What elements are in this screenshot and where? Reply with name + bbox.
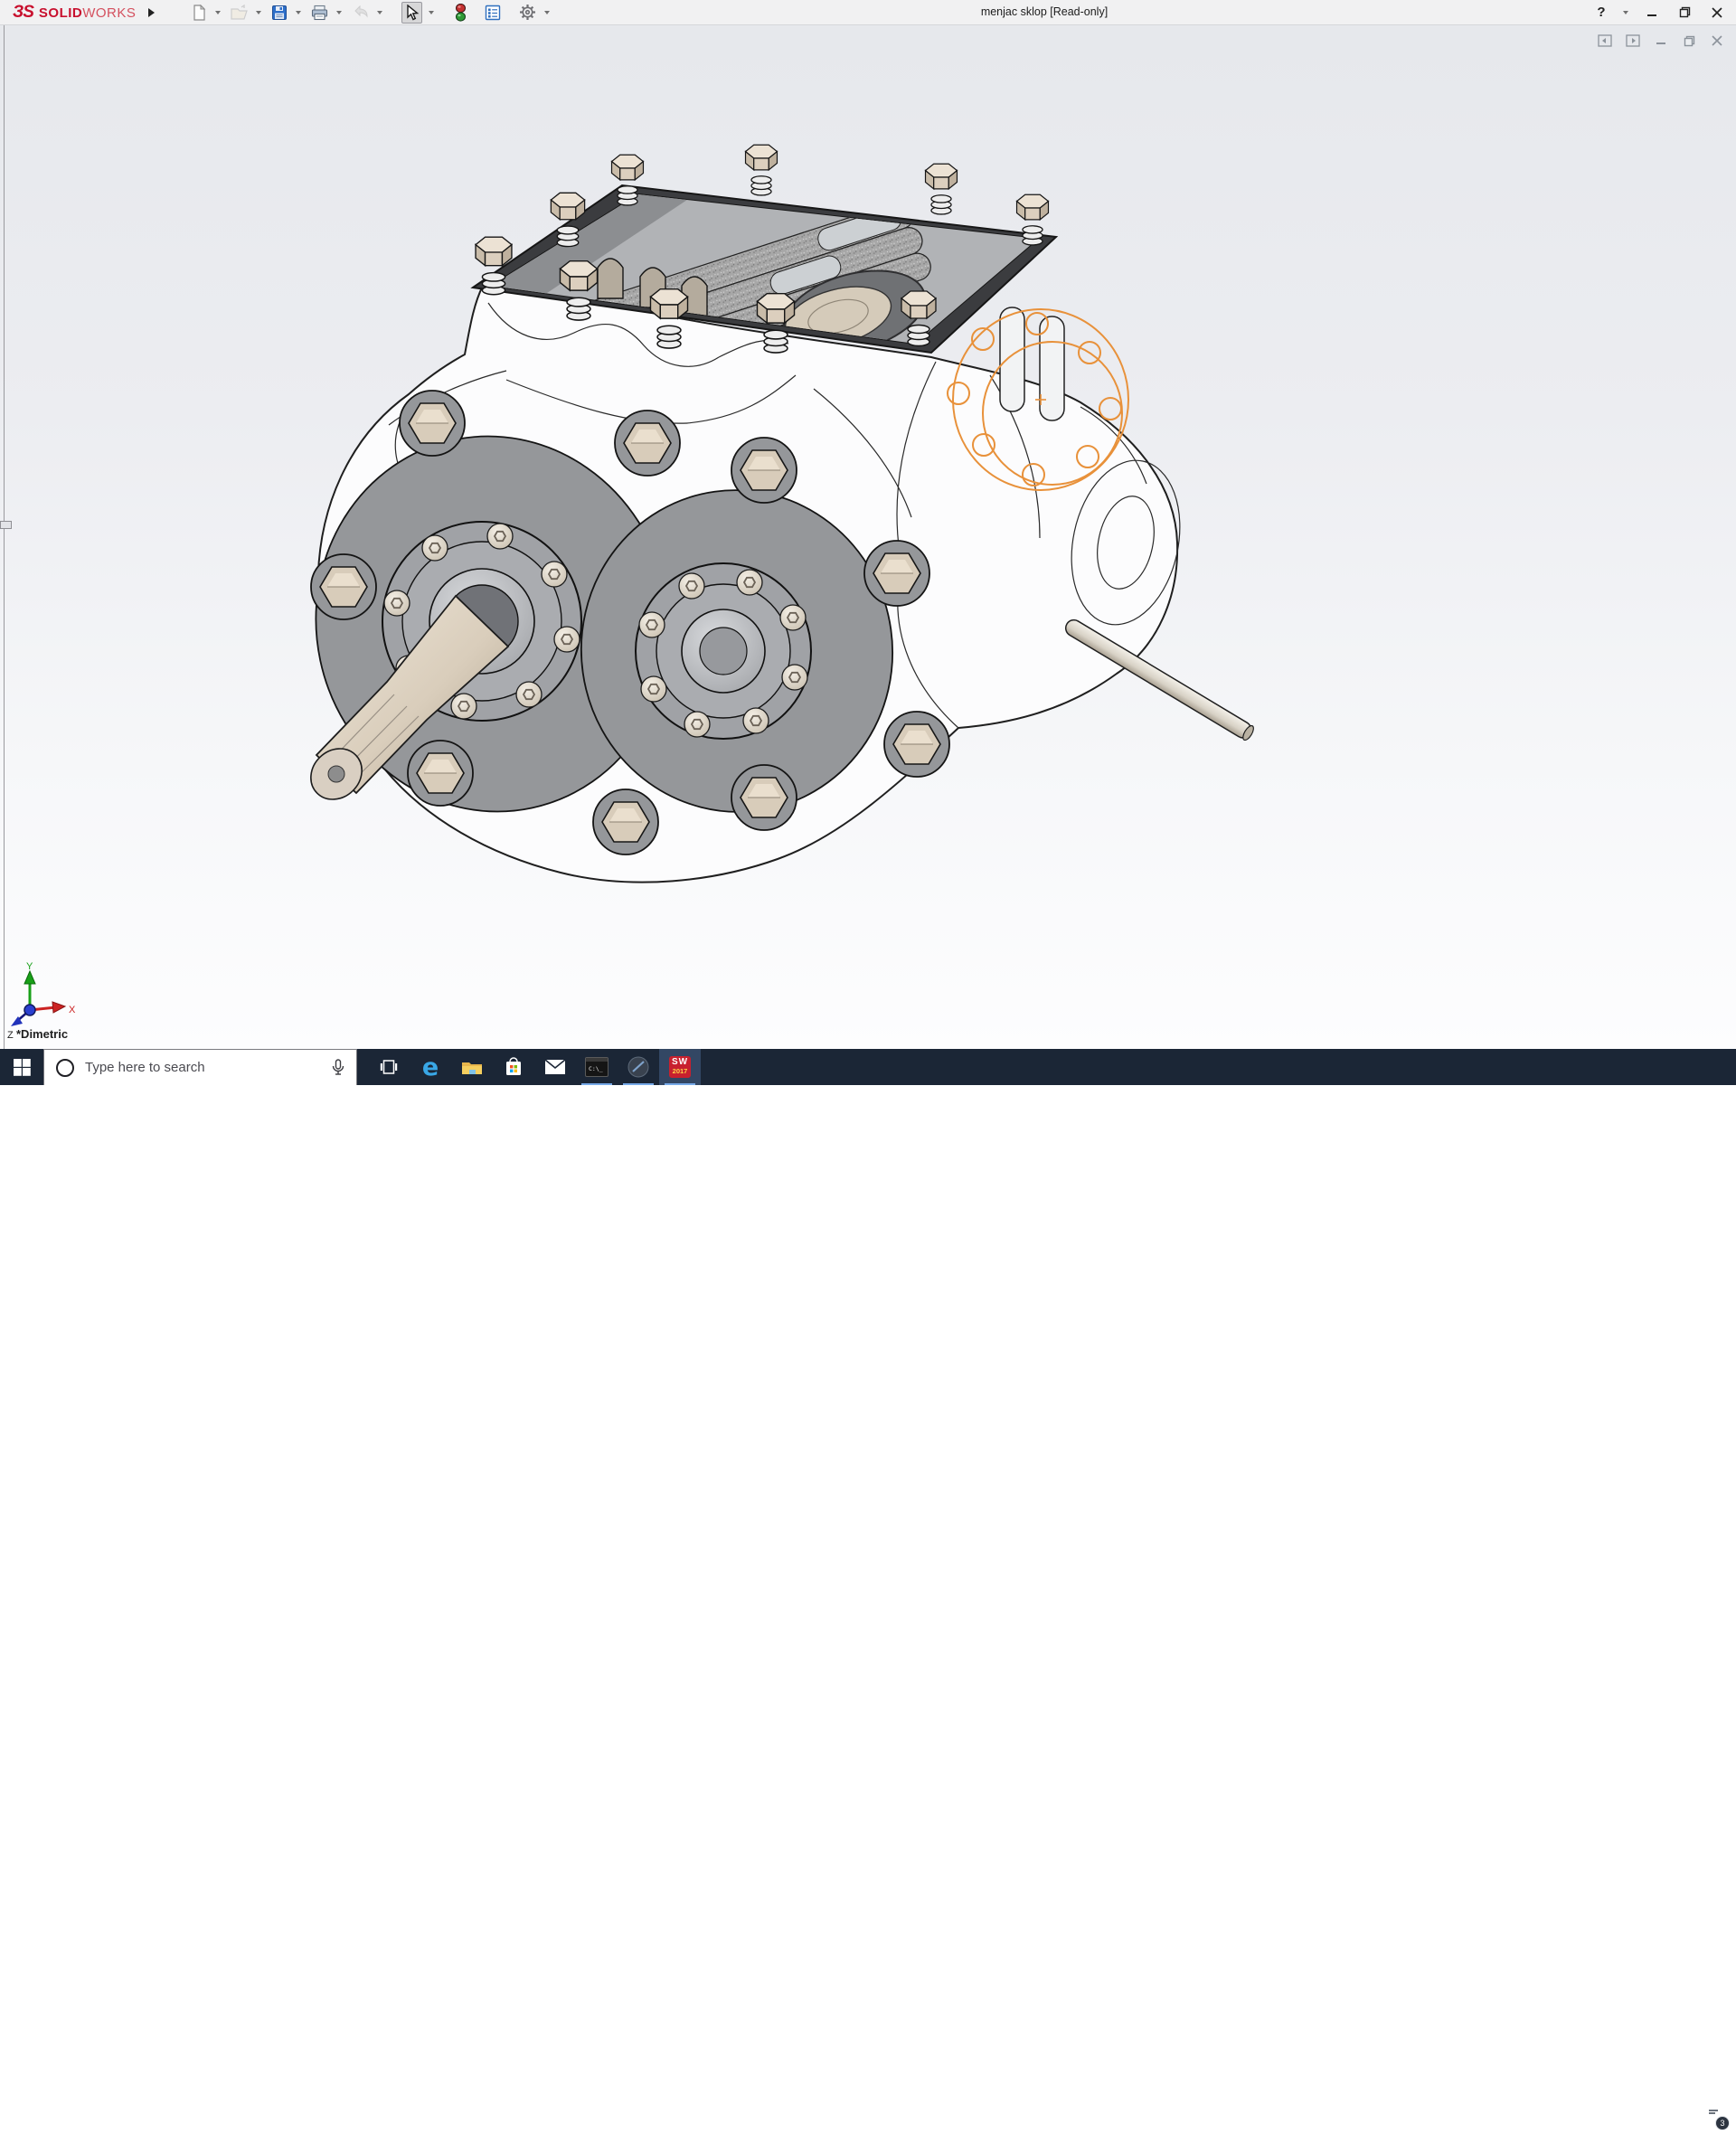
edge-button[interactable]: e [410,1049,451,1085]
task-view-button[interactable] [368,1049,410,1085]
mail-icon [544,1059,566,1075]
network-button[interactable] [1576,2098,1607,2134]
file-explorer-button[interactable] [451,1049,493,1085]
windows-taskbar: Type here to search e [0,1049,1736,1085]
triad-z-label: Z [7,1030,14,1041]
search-placeholder-text: Type here to search [85,1060,331,1075]
task-view-icon [380,1059,398,1075]
taskbar-app-icons: e C:\_ [368,1049,701,1085]
store-button[interactable] [493,1049,534,1085]
cortana-icon [56,1059,74,1077]
action-center-button[interactable]: 3 [1699,2098,1736,2134]
3d-model-canvas[interactable] [0,0,1736,1085]
dark-disc-app-button[interactable] [618,1049,659,1085]
dark-disc-app-icon [627,1056,649,1078]
speaker-icon [1613,2109,1631,2123]
graphics-viewport[interactable]: Y X Z *Dimetric [0,25,1736,1049]
output-bearing-cover [636,563,811,739]
volume-button[interactable] [1607,2098,1637,2134]
clock-date: 7/11/2018 [1645,2116,1693,2130]
solidworks-2017-icon: SW 2017 [669,1056,691,1078]
triad-y-label: Y [26,961,33,972]
network-icon [1582,2109,1600,2124]
edge-icon: e [422,1055,439,1080]
view-orientation-label: *Dimetric [16,1027,68,1041]
store-icon [504,1057,524,1077]
command-prompt-button[interactable]: C:\_ [576,1049,618,1085]
notification-badge: 3 [1715,2116,1730,2130]
people-button[interactable] [1519,2098,1552,2134]
command-prompt-icon: C:\_ [585,1057,609,1077]
system-tray: 1:03 PM 7/11/2018 3 [1519,2098,1736,2134]
chevron-up-icon [1558,2112,1570,2120]
solidworks-icon-year: 2017 [669,1068,691,1075]
microphone-icon[interactable] [331,1059,345,1077]
start-button[interactable] [0,1049,43,1085]
taskbar-search-box[interactable]: Type here to search [43,1049,357,1085]
triad-x-label: X [69,1005,76,1015]
file-explorer-icon [461,1059,483,1076]
people-icon [1525,2109,1545,2123]
clock[interactable]: 1:03 PM 7/11/2018 [1637,2101,1700,2130]
mail-button[interactable] [534,1049,576,1085]
cmd-prompt-text: C:\_ [589,1065,603,1072]
tray-overflow-button[interactable] [1552,2098,1576,2134]
solidworks-taskbar-button[interactable]: SW 2017 [659,1049,701,1085]
windows-logo-icon [14,1059,31,1076]
clock-time: 1:03 PM [1645,2101,1693,2116]
